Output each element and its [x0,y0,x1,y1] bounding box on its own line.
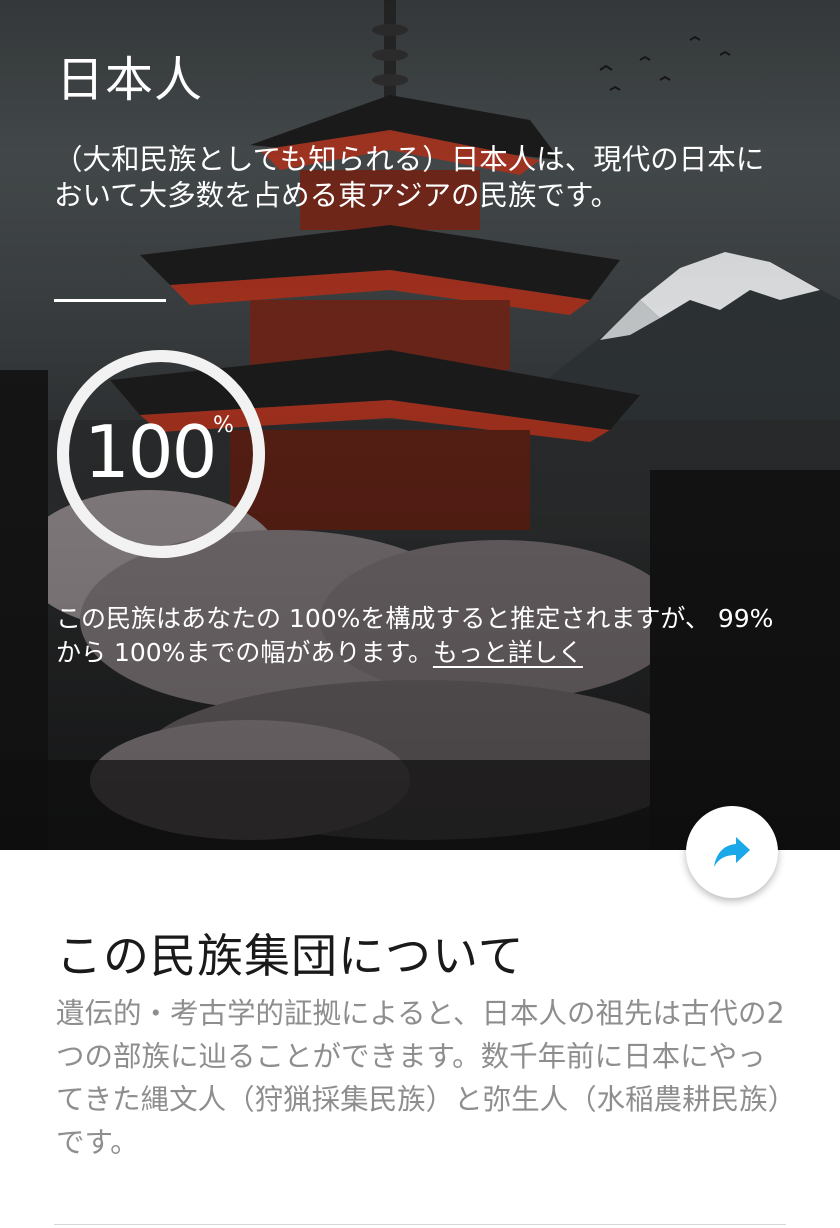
section-divider [54,1224,786,1225]
hero-banner: 日本人 （大和民族としても知られる）日本人は、現代の日本において大多数を占める東… [0,0,840,850]
ethnicity-description: （大和民族としても知られる）日本人は、現代の日本において大多数を占める東アジアの… [54,143,765,212]
estimate-sentence: この民族はあなたの 100%を構成すると推定されますが、 99% から 100%… [56,604,774,667]
about-body: 遺伝的・考古学的証拠によると、日本人の祖先は古代の2つの部族に辿ることができます… [56,997,785,1159]
percentage-sign: % [213,413,234,438]
title-divider [54,299,166,302]
about-heading: この民族集団について [56,929,525,983]
learn-more-link[interactable]: もっと詳しく [433,638,583,667]
estimate-text: この民族はあなたの 100%を構成すると推定されますが、 99% から 100%… [56,602,780,670]
share-arrow-icon [714,837,750,867]
share-button[interactable] [686,806,778,898]
ethnicity-title: 日本人 [56,52,204,108]
